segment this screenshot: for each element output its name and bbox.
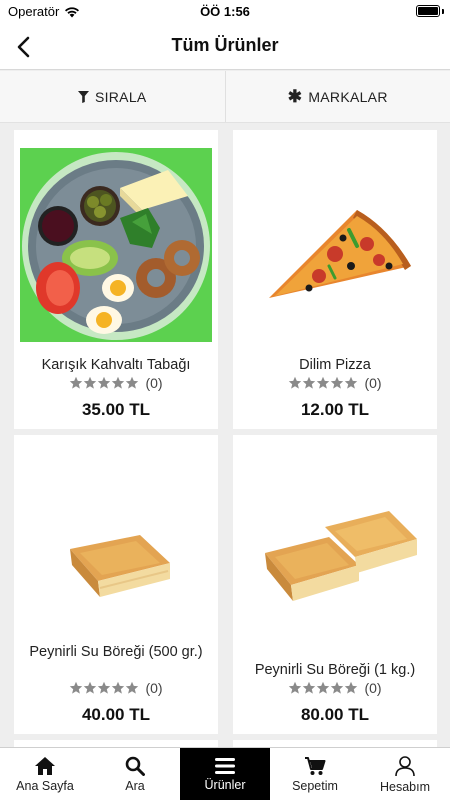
star-rating-icon <box>69 376 139 390</box>
star-icon <box>70 681 83 694</box>
star-icon <box>345 376 358 389</box>
star-rating-icon <box>288 681 358 695</box>
filter-bar: SIRALA ✱ MARKALAR <box>0 71 450 123</box>
star-icon <box>317 681 330 694</box>
star-icon <box>126 376 139 389</box>
tab-bar: Ana Sayfa Ara Ürünler Sepetim Hesabım <box>0 747 450 800</box>
star-icon <box>345 681 358 694</box>
product-name: Peynirli Su Böreği (500 gr.) <box>29 644 203 660</box>
star-icon <box>84 681 97 694</box>
star-icon <box>303 376 316 389</box>
product-card[interactable] <box>233 740 437 747</box>
search-icon <box>125 756 145 776</box>
rating: (0) <box>14 680 218 696</box>
rating: (0) <box>14 375 218 391</box>
brands-label: MARKALAR <box>308 88 388 105</box>
product-card[interactable]: Peynirli Su Böreği (1 kg.) (0) 80.00 TL <box>233 435 437 734</box>
star-icon <box>331 376 344 389</box>
product-card[interactable]: Karışık Kahvaltı Tabağı (0) 35.00 TL <box>14 130 218 429</box>
star-rating-icon <box>288 376 358 390</box>
product-grid: Karışık Kahvaltı Tabağı (0) 35.00 TL Dil… <box>0 123 450 747</box>
sort-label: SIRALA <box>94 88 147 105</box>
tab-home[interactable]: Ana Sayfa <box>0 748 90 800</box>
tab-label: Sepetim <box>292 778 338 793</box>
rating-count: (0) <box>145 375 163 391</box>
tab-label: Ürünler <box>204 777 246 792</box>
star-icon <box>112 376 125 389</box>
product-card[interactable]: Peynirli Su Böreği (500 gr.) (0) 40.00 T… <box>14 435 218 734</box>
tab-account[interactable]: Hesabım <box>360 748 450 800</box>
status-bar: Operatör ÖÖ 1:56 <box>0 0 450 24</box>
clock: ÖÖ 1:56 <box>200 4 250 19</box>
tab-label: Hesabım <box>379 779 431 794</box>
nav-bar: Tüm Ürünler <box>0 24 450 70</box>
product-price: 80.00 TL <box>300 705 370 724</box>
star-icon <box>70 376 83 389</box>
asterisk-icon: ✱ <box>287 86 303 106</box>
star-icon <box>289 376 302 389</box>
product-image-cheese-borek <box>20 453 212 647</box>
product-name: Peynirli Su Böreği (1 kg.) <box>254 662 416 678</box>
product-image-breakfast-plate <box>20 148 212 342</box>
product-image-pizza-slice <box>239 148 431 342</box>
brands-button[interactable]: ✱ MARKALAR <box>224 71 450 122</box>
product-price: 35.00 TL <box>81 400 151 419</box>
tab-cart[interactable]: Sepetim <box>270 748 360 800</box>
menu-icon <box>215 757 235 774</box>
product-card[interactable] <box>14 740 218 747</box>
star-icon <box>112 681 125 694</box>
product-price: 12.00 TL <box>300 400 370 419</box>
rating: (0) <box>233 680 437 696</box>
sort-button[interactable]: SIRALA <box>0 71 225 122</box>
page-title: Tüm Ürünler <box>171 35 279 55</box>
filter-icon <box>77 90 89 103</box>
tab-label: Ara <box>125 778 145 793</box>
star-icon <box>317 376 330 389</box>
rating-count: (0) <box>145 680 163 696</box>
rating: (0) <box>233 375 437 391</box>
battery-icon <box>416 5 440 17</box>
home-icon <box>35 756 55 775</box>
tab-label: Ana Sayfa <box>16 778 74 793</box>
tab-products[interactable]: Ürünler <box>180 748 270 800</box>
star-icon <box>126 681 139 694</box>
star-icon <box>84 376 97 389</box>
product-price: 40.00 TL <box>81 705 151 724</box>
user-icon <box>395 755 415 776</box>
cart-icon <box>305 756 326 775</box>
product-name: Karışık Kahvaltı Tabağı <box>41 357 191 373</box>
product-name: Dilim Pizza <box>299 357 371 373</box>
product-card[interactable]: Dilim Pizza (0) 12.00 TL <box>233 130 437 429</box>
product-image-cheese-borek-large <box>239 453 431 647</box>
star-rating-icon <box>69 681 139 695</box>
star-icon <box>303 681 316 694</box>
rating-count: (0) <box>364 680 382 696</box>
star-icon <box>289 681 302 694</box>
star-icon <box>98 681 111 694</box>
star-icon <box>331 681 344 694</box>
star-icon <box>98 376 111 389</box>
tab-search[interactable]: Ara <box>90 748 180 800</box>
rating-count: (0) <box>364 375 382 391</box>
